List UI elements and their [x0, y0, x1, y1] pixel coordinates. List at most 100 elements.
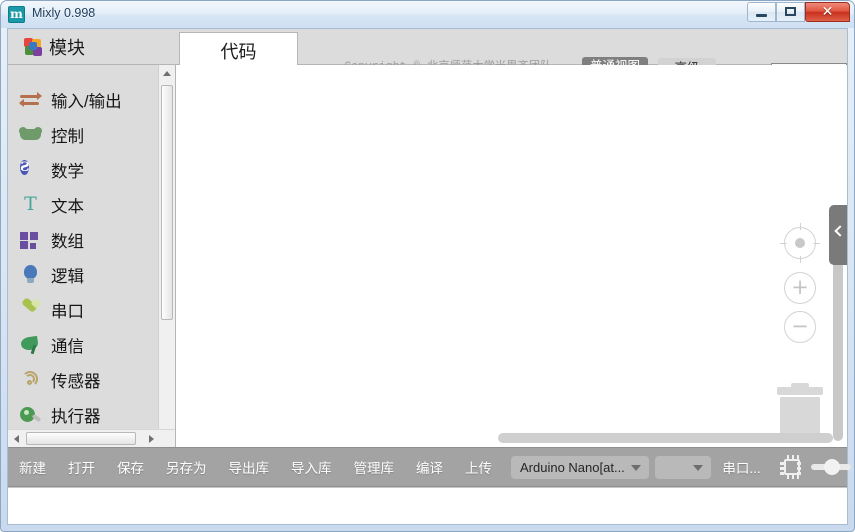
- import-library-button[interactable]: 导入库: [280, 448, 343, 486]
- chip-icon[interactable]: [779, 455, 802, 479]
- new-button[interactable]: 新建: [8, 448, 57, 486]
- io-icon: [19, 88, 42, 111]
- sidebar-item-label: 输入/输出: [51, 92, 122, 111]
- sidebar-item-label: 传感器: [51, 372, 101, 391]
- tick-right: [813, 242, 820, 244]
- sidebar-item-array[interactable]: 数组: [8, 222, 155, 257]
- chip-pin: [797, 472, 802, 475]
- collapse-panel-handle[interactable]: [829, 205, 847, 265]
- title-bar: m Mixly 0.998 ✕: [1, 1, 854, 28]
- tab-code[interactable]: 代码: [179, 32, 298, 68]
- chevron-down-icon: [693, 464, 704, 471]
- chip-pin: [779, 472, 784, 475]
- workspace-vertical-scrollbar[interactable]: [833, 261, 843, 441]
- minimize-button[interactable]: [747, 2, 776, 22]
- sidebar-vertical-scrollbar[interactable]: [158, 65, 175, 447]
- sidebar-item-label: 文本: [51, 197, 84, 216]
- manage-library-button[interactable]: 管理库: [343, 448, 406, 486]
- chip-pin: [796, 475, 800, 479]
- sidebar-item-math[interactable]: Ƨ 数学: [8, 152, 155, 187]
- toggle-knob: [824, 459, 841, 475]
- board-select-value: Arduino Nano[at...: [520, 459, 625, 475]
- tick-left: [780, 242, 787, 244]
- communication-icon: [19, 333, 42, 356]
- close-button[interactable]: ✕: [805, 2, 850, 22]
- compile-button[interactable]: 编译: [405, 448, 454, 486]
- zoom-in-button[interactable]: +: [784, 272, 816, 304]
- sidebar-item-label: 控制: [51, 127, 84, 146]
- port-select[interactable]: [654, 455, 712, 479]
- chip-pin: [786, 455, 790, 459]
- tab-module-label: 模块: [49, 37, 85, 58]
- scrollbar-thumb[interactable]: [161, 85, 173, 320]
- toggle-switch[interactable]: [811, 459, 852, 475]
- console-output: [8, 487, 847, 524]
- window-title: Mixly 0.998: [32, 6, 96, 20]
- scrollbar-thumb[interactable]: [26, 432, 136, 445]
- sidebar-item-communication[interactable]: 通信: [8, 327, 155, 362]
- sidebar-item-label: 逻辑: [51, 267, 84, 286]
- sidebar-item-label: 执行器: [51, 407, 101, 426]
- workspace-horizontal-scrollbar[interactable]: [498, 433, 833, 443]
- chevron-left-icon: [13, 434, 19, 443]
- sidebar-item-serial[interactable]: 串口: [8, 292, 155, 327]
- sidebar-item-label: 数组: [51, 232, 84, 251]
- maximize-icon: [785, 7, 796, 16]
- tab-module[interactable]: 模块: [10, 29, 174, 64]
- sidebar-item-actuator[interactable]: 执行器: [8, 397, 155, 432]
- save-button[interactable]: 保存: [106, 448, 155, 486]
- chip-pin: [779, 467, 784, 470]
- open-button[interactable]: 打开: [57, 448, 106, 486]
- client-area: 模块 代码 Copyright © 北京师范大学米思齐团队 HTTP://MIX…: [7, 28, 852, 525]
- text-icon: T: [24, 193, 37, 215]
- scroll-left-button[interactable]: [8, 430, 24, 447]
- close-icon: ✕: [821, 4, 834, 20]
- board-select[interactable]: Arduino Nano[at...: [511, 455, 649, 479]
- sidebar-item-label: 数学: [51, 162, 84, 181]
- sidebar-item-io[interactable]: 输入/输出: [8, 82, 155, 117]
- scroll-right-button[interactable]: [143, 430, 159, 447]
- tick-top: [799, 223, 801, 230]
- serial-monitor-button[interactable]: 串口...: [711, 448, 771, 486]
- category-sidebar: 输入/输出 控制 Ƨ 数学 T 文本 数组 逻辑 串口 通信 传感器 执行器: [8, 65, 176, 447]
- zoom-out-button[interactable]: −: [784, 311, 816, 343]
- sidebar-item-text[interactable]: T 文本: [8, 187, 155, 222]
- chip-pin: [779, 462, 784, 465]
- sidebar-item-placeholder[interactable]: [8, 65, 155, 82]
- sidebar-item-sensor[interactable]: 传感器: [8, 362, 155, 397]
- top-toolbar: 模块 代码 Copyright © 北京师范大学米思齐团队 HTTP://MIX…: [8, 29, 847, 92]
- chevron-left-icon: [834, 225, 846, 237]
- chevron-right-icon: [148, 434, 154, 443]
- serial-icon: [19, 297, 42, 321]
- chip-pin: [791, 475, 795, 479]
- minimize-icon: [756, 14, 767, 17]
- chip-pin: [796, 455, 800, 459]
- sidebar-item-label: 串口: [51, 302, 84, 321]
- maximize-button[interactable]: [776, 2, 805, 22]
- center-dot: [795, 238, 805, 248]
- array-icon: [19, 228, 42, 251]
- save-as-button[interactable]: 另存为: [155, 448, 218, 486]
- chevron-down-icon: [630, 464, 641, 471]
- sidebar-item-logic[interactable]: 逻辑: [8, 257, 155, 292]
- app-icon: m: [8, 6, 25, 23]
- sensor-icon: [19, 368, 42, 391]
- puzzle-icon: [24, 37, 44, 56]
- math-icon: Ƨ: [20, 160, 30, 175]
- upload-button[interactable]: 上传: [454, 448, 503, 486]
- scroll-up-button[interactable]: [159, 65, 175, 82]
- export-library-button[interactable]: 导出库: [218, 448, 281, 486]
- sidebar-horizontal-scrollbar[interactable]: [8, 429, 175, 447]
- sidebar-item-label: 通信: [51, 337, 84, 356]
- blockly-workspace[interactable]: + −: [176, 65, 847, 447]
- chip-pin: [791, 455, 795, 459]
- actuator-icon: [19, 403, 42, 426]
- sidebar-item-control[interactable]: 控制: [8, 117, 155, 152]
- center-target-icon[interactable]: [780, 223, 820, 263]
- chevron-up-icon: [163, 71, 171, 76]
- chip-pin: [797, 467, 802, 470]
- chip-pin: [786, 475, 790, 479]
- category-list: 输入/输出 控制 Ƨ 数学 T 文本 数组 逻辑 串口 通信 传感器 执行器: [8, 65, 155, 432]
- control-gamepad-icon: [19, 123, 42, 146]
- tick-bottom: [799, 256, 801, 263]
